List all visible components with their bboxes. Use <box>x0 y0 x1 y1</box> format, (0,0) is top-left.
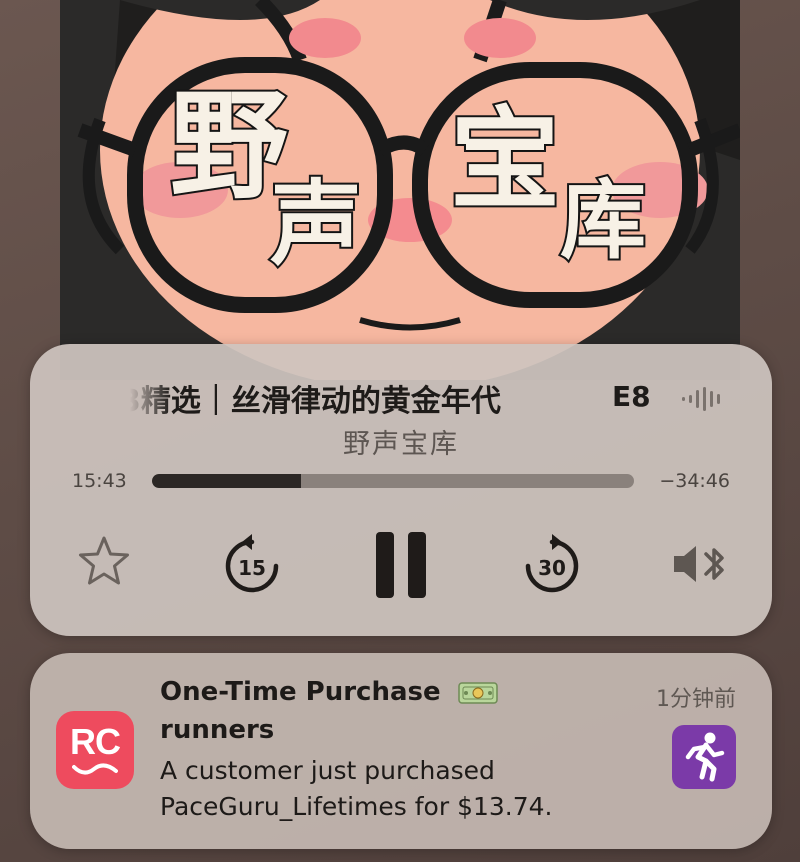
notification-body: A customer just purchased PaceGuru_Lifet… <box>160 756 553 821</box>
skip-forward-label: 30 <box>538 556 566 580</box>
skip-forward-button[interactable]: 30 <box>520 532 584 596</box>
skip-back-15-icon: 15 <box>225 534 279 593</box>
track-title: 3精选｜丝滑律动的黄金年代 <box>130 376 640 416</box>
artwork-title-char-4: 库 <box>558 168 648 273</box>
money-icon <box>457 681 498 704</box>
track-title-text: 3精选｜丝滑律动的黄金年代 <box>130 384 501 416</box>
now-playing-card[interactable]: 3精选｜丝滑律动的黄金年代 E8 野声宝库 15:43 −34:46 15 30 <box>30 344 772 636</box>
star-icon[interactable] <box>76 534 132 588</box>
pause-icon[interactable] <box>374 530 428 600</box>
app-icon-text: RC <box>70 721 121 762</box>
elapsed-time: 15:43 <box>72 470 127 492</box>
runner-figure <box>685 732 725 782</box>
playback-progress-fill <box>152 474 302 488</box>
playback-scrubber[interactable] <box>152 474 634 488</box>
skip-forward-30-icon: 30 <box>525 534 579 593</box>
notification-subtitle: runners <box>160 715 275 745</box>
notification-title-text: One-Time Purchase <box>160 677 441 707</box>
purchase-notification[interactable]: RC One-Time Purchase 1分钟前 runners A cust… <box>30 653 772 849</box>
remaining-time: −34:46 <box>659 470 730 492</box>
bluetooth-speaker-icon[interactable] <box>670 540 730 588</box>
waveform-icon <box>682 387 720 411</box>
skip-back-label: 15 <box>238 556 266 580</box>
notification-time: 1分钟前 <box>656 687 736 712</box>
podcast-name[interactable]: 野声宝库 <box>30 422 772 461</box>
revenuecat-app-icon: RC <box>56 711 134 789</box>
skip-back-button[interactable]: 15 <box>220 532 284 596</box>
runner-icon <box>672 725 736 789</box>
artwork-title-char-2: 声 <box>268 168 364 280</box>
track-title-suffix: E8 <box>612 380 651 413</box>
podcast-artwork: 野 声 宝 库 <box>60 0 740 380</box>
app-icon-swirl <box>72 763 118 775</box>
artwork-title-char-3: 宝 <box>448 93 562 226</box>
notification-title: One-Time Purchase <box>160 677 498 707</box>
